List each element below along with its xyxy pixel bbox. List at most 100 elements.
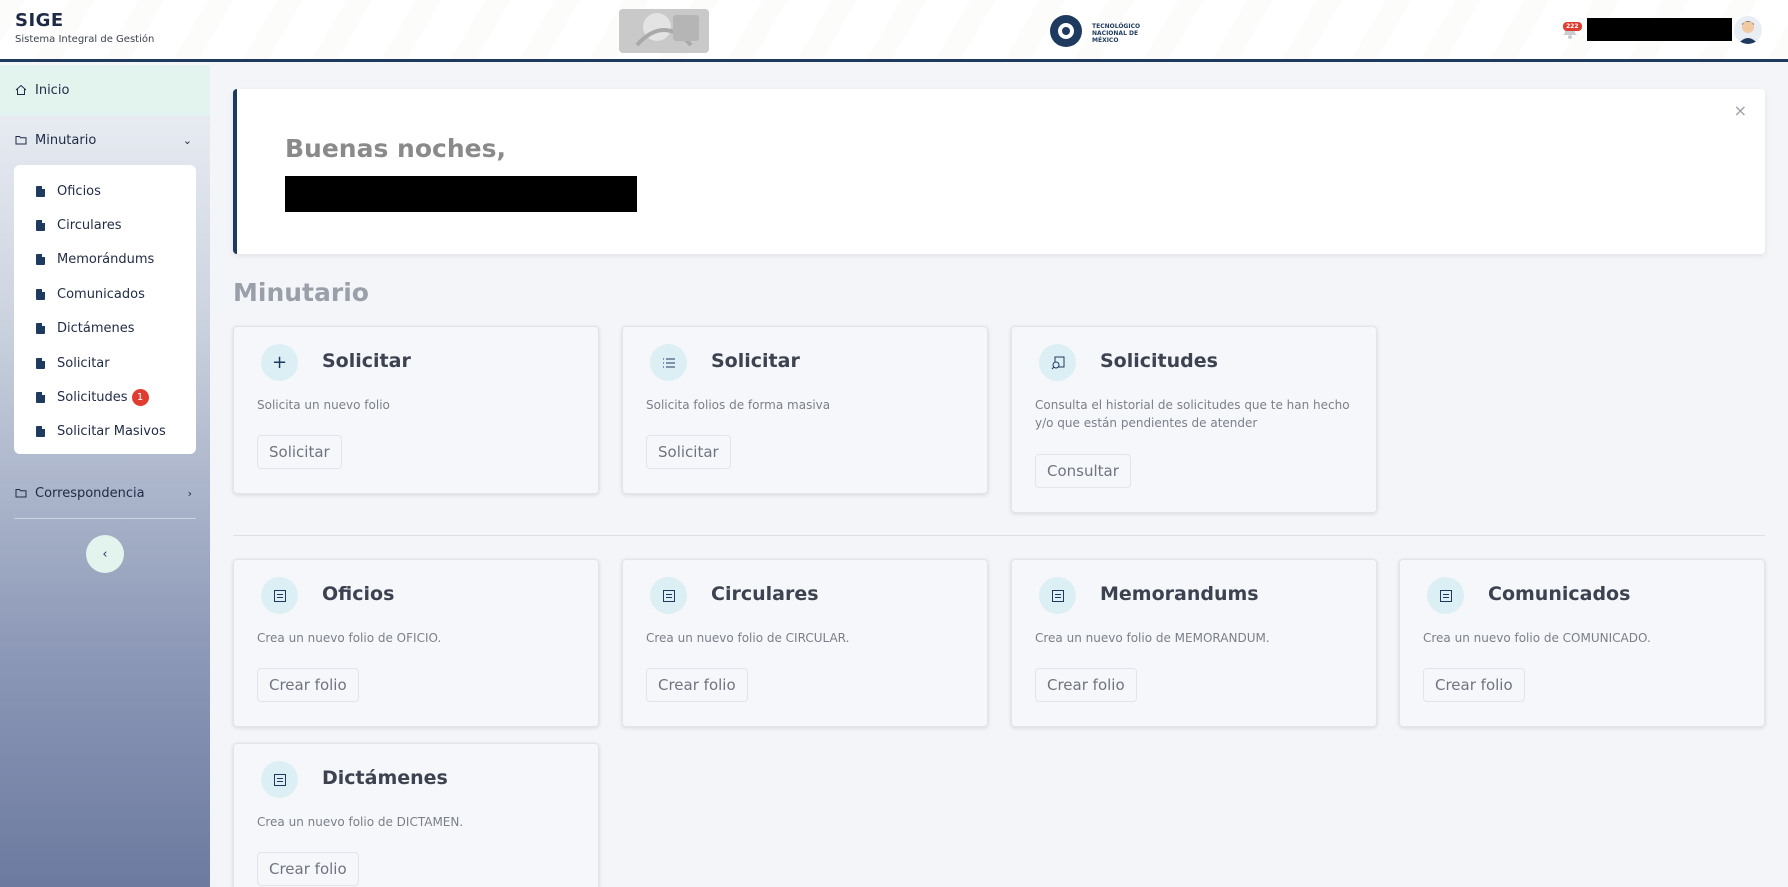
- submenu-item-oficios[interactable]: Oficios: [14, 174, 196, 208]
- submenu-item-dictamenes[interactable]: Dictámenes: [14, 312, 196, 346]
- sidebar-item-label: Correspondencia: [35, 485, 145, 501]
- minutario-submenu: Oficios Circulares Memorándums Comunicad…: [14, 165, 196, 454]
- submenu-item-label: Solicitar: [57, 355, 110, 371]
- sidebar-item-label: Minutario: [35, 132, 97, 148]
- chevron-down-icon: ⌄: [182, 133, 192, 147]
- card-description: Consulta el historial de solicitudes que…: [1035, 398, 1350, 430]
- card-title: Dictámenes: [322, 767, 448, 789]
- tecnm-logo: TECNOLÓGICO NACIONAL DE MÉXICO: [1048, 7, 1154, 55]
- user-name-redacted: [285, 176, 637, 212]
- collapse-sidebar-button[interactable]: ‹: [86, 535, 124, 573]
- submenu-item-circulares[interactable]: Circulares: [14, 208, 196, 242]
- submenu-item-label: Memorándums: [57, 252, 155, 268]
- top-header: SIGE Sistema Integral de Gestión TECNOLÓ…: [0, 0, 1788, 62]
- card-dictamenes: Dictámenes Crea un nuevo folio de DICTAM…: [233, 743, 599, 887]
- crear-folio-button[interactable]: Crear folio: [257, 852, 359, 886]
- crear-folio-button[interactable]: Crear folio: [257, 668, 359, 702]
- card-description: Crea un nuevo folio de COMUNICADO.: [1423, 631, 1651, 645]
- chevron-left-icon: ‹: [102, 546, 108, 562]
- document-icon: [261, 761, 298, 798]
- card-title: Comunicados: [1488, 583, 1631, 605]
- welcome-greeting: Buenas noches,: [285, 134, 506, 163]
- submenu-item-comunicados[interactable]: Comunicados: [14, 277, 196, 311]
- sidebar-item-label: Inicio: [35, 82, 70, 98]
- crear-folio-button[interactable]: Crear folio: [1423, 668, 1525, 702]
- document-icon: [36, 323, 45, 335]
- chevron-right-icon: ›: [187, 486, 192, 500]
- card-title: Memorandums: [1100, 583, 1259, 605]
- notification-badge: 222: [1563, 22, 1582, 31]
- app-title: SIGE: [15, 10, 64, 31]
- card-title: Solicitar: [711, 350, 800, 372]
- brand[interactable]: SIGE Sistema Integral de Gestión: [15, 10, 154, 45]
- card-circulares: Circulares Crea un nuevo folio de CIRCUL…: [622, 559, 988, 727]
- card-solicitar-masivo: Solicitar Solicita folios de forma masiv…: [622, 326, 988, 494]
- folder-icon: [15, 489, 27, 498]
- sidebar-item-correspondencia[interactable]: Correspondencia ›: [0, 468, 210, 518]
- card-description: Crea un nuevo folio de DICTAMEN.: [257, 815, 464, 829]
- sidebar-item-minutario[interactable]: Minutario ⌄: [0, 115, 210, 165]
- app-subtitle: Sistema Integral de Gestión: [15, 34, 155, 45]
- user-avatar[interactable]: [1734, 16, 1762, 44]
- document-icon: [36, 220, 45, 232]
- tecnm-logo-text: TECNOLÓGICO NACIONAL DE MÉXICO: [1092, 23, 1141, 44]
- submenu-item-solicitar[interactable]: Solicitar: [14, 346, 196, 380]
- solicitudes-count-badge: 1: [131, 389, 149, 407]
- card-description: Crea un nuevo folio de OFICIO.: [257, 631, 442, 645]
- submenu-item-label: Comunicados: [57, 286, 145, 302]
- submenu-item-label: Oficios: [57, 183, 101, 199]
- card-description: Crea un nuevo folio de MEMORANDUM.: [1035, 631, 1270, 645]
- card-description: Crea un nuevo folio de CIRCULAR.: [646, 631, 850, 645]
- card-title: Oficios: [322, 583, 395, 605]
- document-icon: [650, 577, 687, 614]
- document-icon: [36, 185, 45, 197]
- document-icon: [36, 392, 45, 404]
- sidebar-divider: [14, 518, 196, 519]
- card-comunicados: Comunicados Crea un nuevo folio de COMUN…: [1399, 559, 1765, 727]
- document-icon: [36, 357, 45, 369]
- submenu-item-label: Solicitudes: [57, 390, 128, 406]
- card-title: Solicitudes: [1100, 350, 1218, 372]
- search-document-glyph: [1051, 356, 1064, 369]
- consultar-button[interactable]: Consultar: [1035, 454, 1131, 488]
- crear-folio-button[interactable]: Crear folio: [646, 668, 748, 702]
- home-icon: [15, 84, 27, 95]
- document-icon: [36, 288, 45, 300]
- card-description: Solicita un nuevo folio: [257, 398, 390, 412]
- document-icon: [1039, 577, 1076, 614]
- list-glyph: [662, 358, 675, 367]
- document-icon: [1427, 577, 1464, 614]
- submenu-item-memorandums[interactable]: Memorándums: [14, 243, 196, 277]
- document-icon: [36, 254, 45, 266]
- solicitar-button[interactable]: Solicitar: [257, 435, 342, 469]
- section-divider: [233, 535, 1765, 536]
- card-solicitar: + Solicitar Solicita un nuevo folio Soli…: [233, 326, 599, 494]
- government-emblem-logo: [619, 9, 709, 53]
- plus-icon: +: [261, 344, 298, 381]
- submenu-item-label: Circulares: [57, 218, 122, 234]
- tecnm-gear-icon: [1050, 15, 1082, 47]
- card-oficios: Oficios Crea un nuevo folio de OFICIO. C…: [233, 559, 599, 727]
- card-solicitudes: Solicitudes Consulta el historial de sol…: [1011, 326, 1377, 513]
- search-document-icon: [1039, 344, 1076, 381]
- sidebar-item-inicio[interactable]: Inicio: [0, 65, 210, 115]
- folder-icon: [15, 136, 27, 145]
- crear-folio-button[interactable]: Crear folio: [1035, 668, 1137, 702]
- submenu-item-solicitar-masivos[interactable]: Solicitar Masivos: [14, 415, 196, 449]
- section-title: Minutario: [233, 278, 369, 307]
- card-title: Circulares: [711, 583, 819, 605]
- username-redacted[interactable]: [1587, 18, 1732, 41]
- sidebar: Inicio Minutario ⌄ Oficios Circulares Me…: [0, 65, 210, 887]
- welcome-banner: Buenas noches, ×: [233, 89, 1765, 254]
- submenu-item-solicitudes[interactable]: Solicitudes 1: [14, 380, 196, 414]
- card-memorandums: Memorandums Crea un nuevo folio de MEMOR…: [1011, 559, 1377, 727]
- user-avatar-icon: [1738, 21, 1758, 44]
- document-icon: [261, 577, 298, 614]
- list-icon: [650, 344, 687, 381]
- card-description: Solicita folios de forma masiva: [646, 398, 831, 412]
- solicitar-masivo-button[interactable]: Solicitar: [646, 435, 731, 469]
- close-icon[interactable]: ×: [1734, 101, 1747, 120]
- submenu-item-label: Solicitar Masivos: [57, 424, 166, 440]
- card-title: Solicitar: [322, 350, 411, 372]
- document-icon: [36, 426, 45, 438]
